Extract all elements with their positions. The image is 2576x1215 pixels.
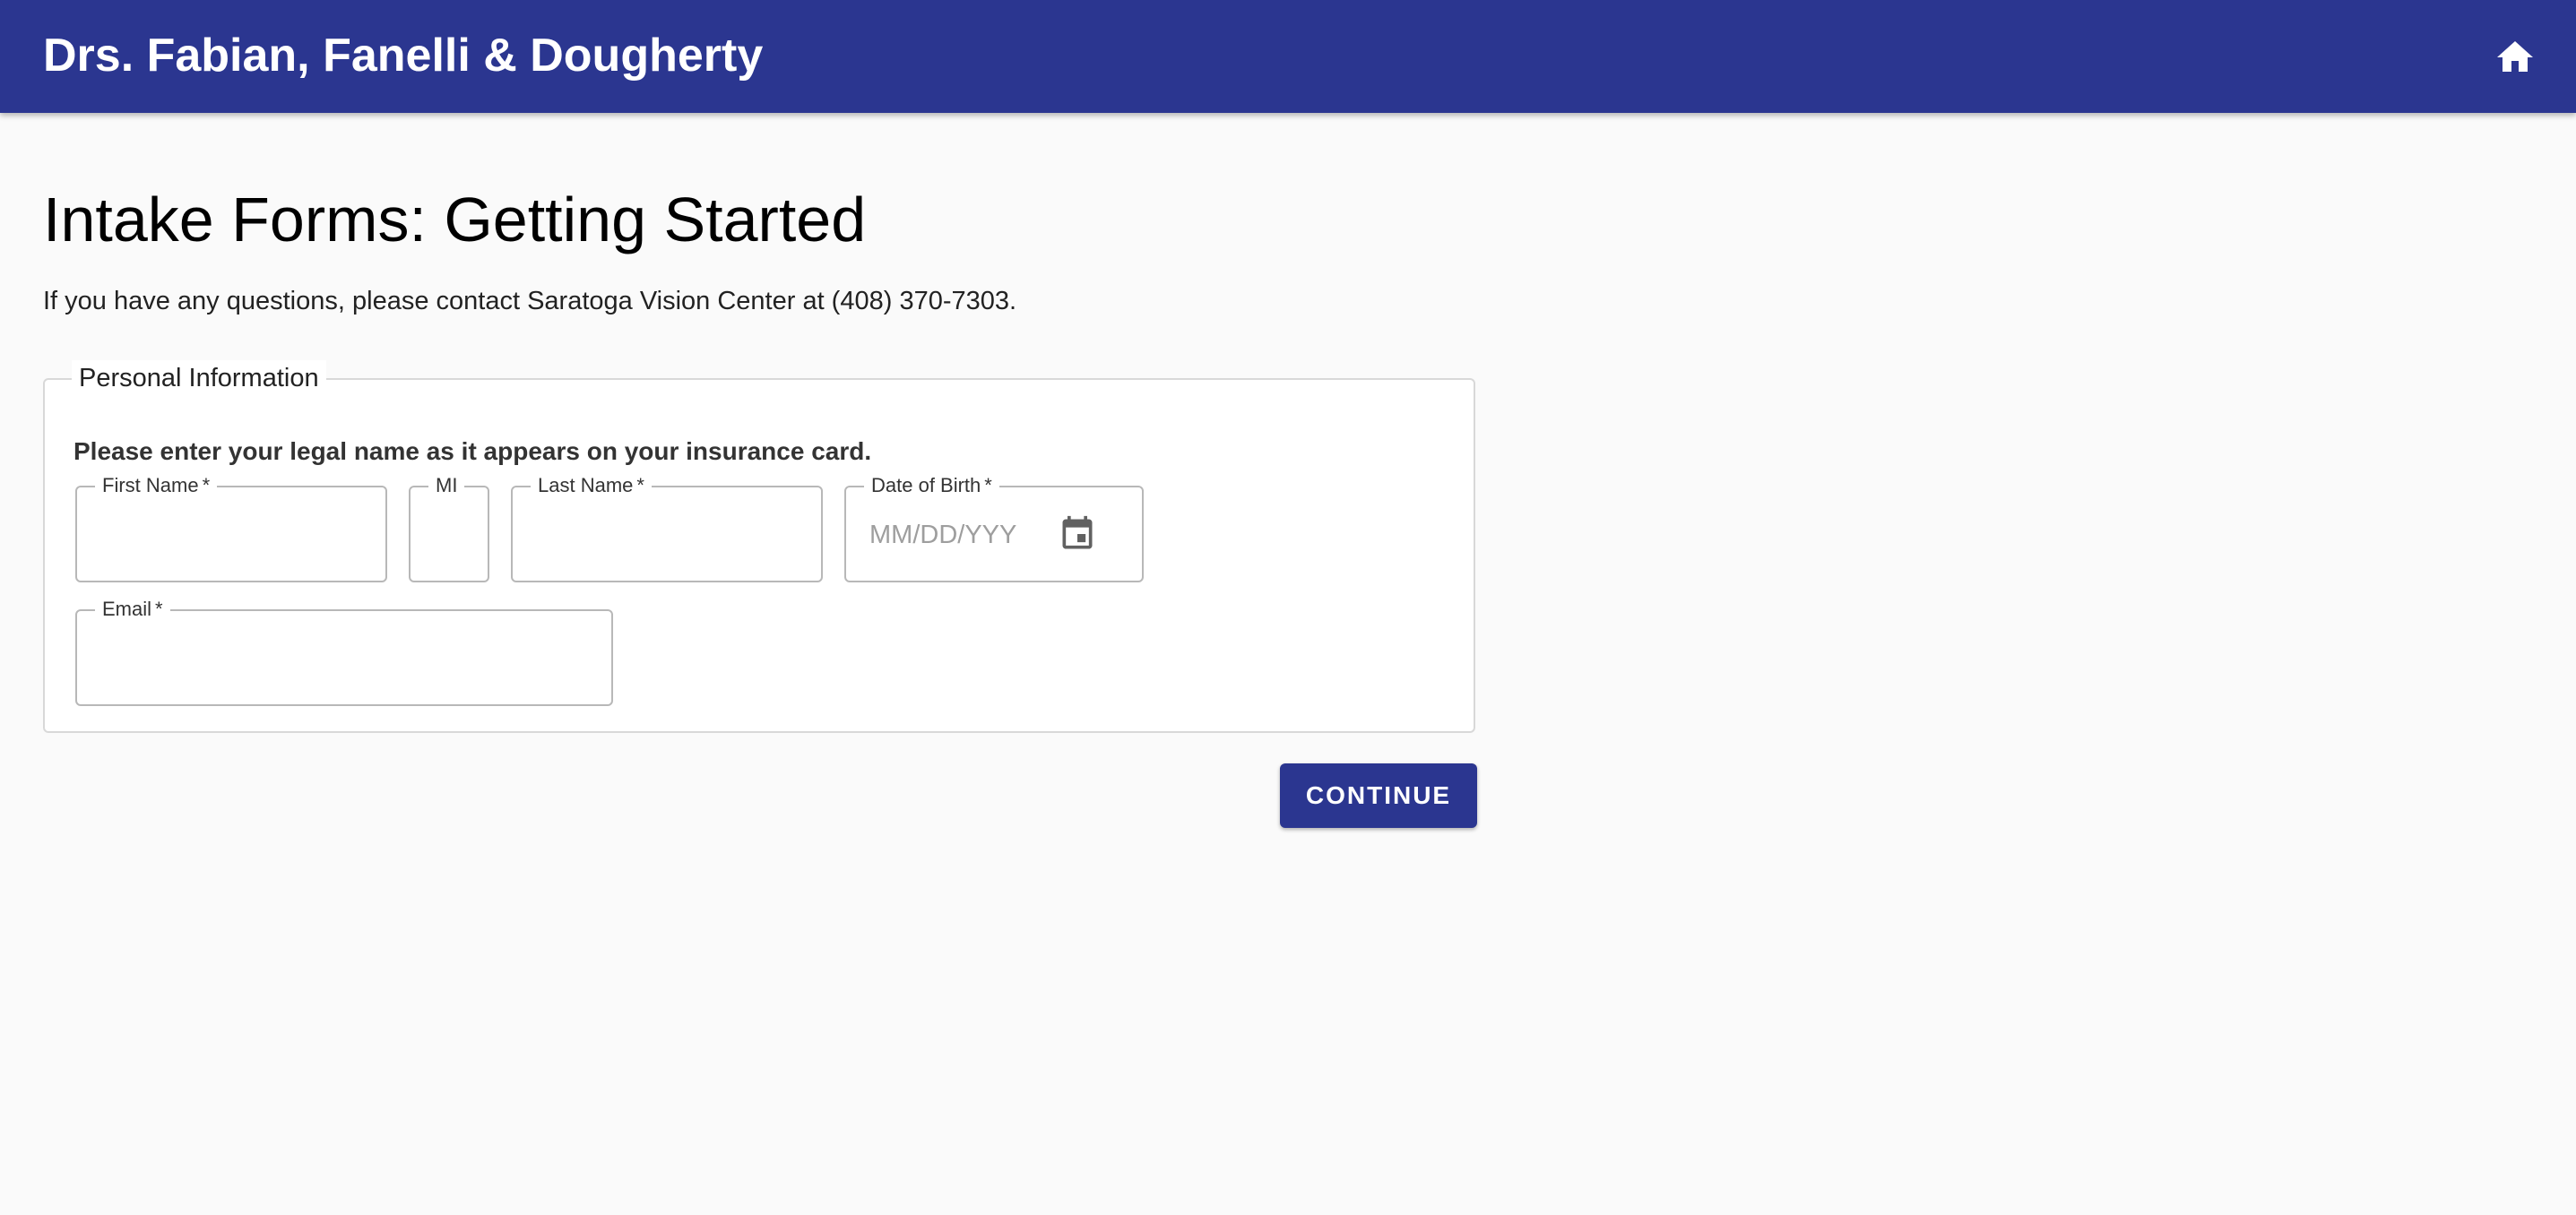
calendar-icon <box>1062 515 1093 549</box>
practice-name: Drs. Fabian, Fanelli & Dougherty <box>43 30 764 82</box>
last-name-field[interactable]: Last Name * <box>511 475 823 582</box>
required-marker: * <box>984 474 992 496</box>
required-marker: * <box>636 474 644 496</box>
email-label: Email * <box>95 599 170 620</box>
middle-initial-input[interactable] <box>434 513 464 557</box>
continue-button[interactable]: Continue <box>1280 763 1477 828</box>
date-of-birth-field[interactable]: Date of Birth * <box>844 475 1144 582</box>
app-header: Drs. Fabian, Fanelli & Dougherty <box>0 0 2576 113</box>
email-input[interactable] <box>100 636 588 681</box>
date-of-birth-label: Date of Birth * <box>864 475 999 496</box>
legal-name-instruction: Please enter your legal name as it appea… <box>73 437 872 465</box>
date-of-birth-input[interactable] <box>869 513 1049 557</box>
date-picker-button[interactable] <box>1058 514 1097 554</box>
middle-initial-label: MI <box>428 475 465 496</box>
last-name-input[interactable] <box>536 513 798 557</box>
first-name-input[interactable] <box>100 513 362 557</box>
last-name-label: Last Name * <box>531 475 652 496</box>
first-name-field[interactable]: First Name * <box>75 475 387 582</box>
page-title: Intake Forms: Getting Started <box>43 185 867 254</box>
middle-initial-field[interactable]: MI <box>409 475 489 582</box>
required-marker: * <box>202 474 211 496</box>
home-button[interactable] <box>2494 36 2537 79</box>
first-name-label: First Name * <box>95 474 218 496</box>
fieldset-legend: Personal Information <box>72 360 326 396</box>
home-icon <box>2497 41 2533 72</box>
personal-information-fieldset: Personal Information Please enter your l… <box>43 360 1475 733</box>
contact-info-text: If you have any questions, please contac… <box>43 287 1017 315</box>
required-marker: * <box>155 598 163 620</box>
email-field[interactable]: Email * <box>75 599 613 706</box>
